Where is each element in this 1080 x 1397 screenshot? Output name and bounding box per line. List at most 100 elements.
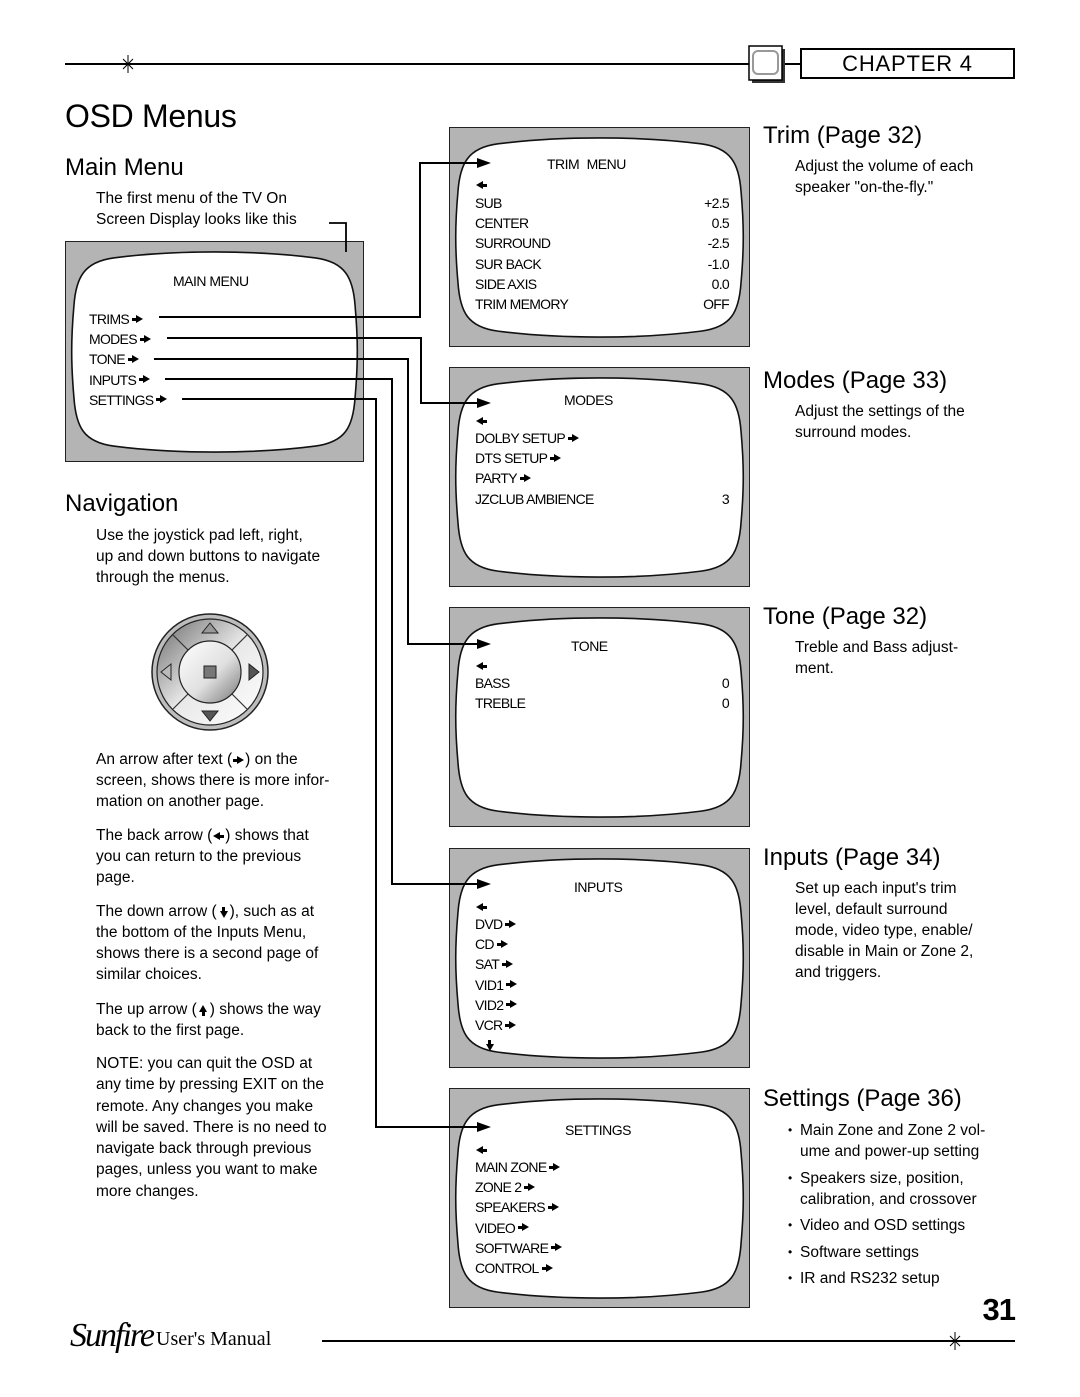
- row-label: SPEAKERS: [475, 1199, 546, 1216]
- right-arrow-icon: [502, 959, 514, 969]
- right-arrow-icon: [505, 919, 517, 929]
- paragraph-up-arrow: The up arrow () shows the way back to th…: [96, 999, 321, 1041]
- right-arrow-icon: [547, 1202, 559, 1212]
- osd-row: ZONE 2: [475, 1177, 729, 1197]
- tone-menu-rows: BASS 0 TREBLE 0: [475, 673, 730, 713]
- text-line: screen, shows there is more infor-: [96, 772, 330, 789]
- main-menu-item-inputs: INPUTS: [89, 370, 343, 390]
- modes-description: Adjust the settings of the surround mode…: [795, 401, 965, 443]
- text-line: The back arrow () shows that: [96, 825, 309, 846]
- tone-menu-tv-screen: TONE BASS 0 TREBLE 0: [449, 607, 750, 827]
- osd-row: SUR BACK -1.0: [475, 254, 730, 274]
- modes-menu-rows: DOLBY SETUP DTS SETUP PARTY JZCLUB AMBIE…: [475, 428, 730, 509]
- text-line: Adjust the volume of each: [795, 158, 974, 175]
- note-paragraph: NOTE: you can quit the OSD at any time b…: [96, 1053, 327, 1202]
- osd-title: TONE: [571, 638, 608, 654]
- page-title: OSD Menus: [65, 98, 237, 134]
- bullet-icon: •: [788, 1170, 793, 1185]
- main-menu-item-settings: SETTINGS: [89, 390, 343, 410]
- osd-row: DOLBY SETUP: [475, 428, 729, 448]
- trim-description: Adjust the volume of each speaker "on-th…: [795, 156, 973, 198]
- text-line: similar choices.: [96, 966, 202, 983]
- osd-title: INPUTS: [574, 879, 623, 895]
- osd-title: SETTINGS: [565, 1122, 632, 1138]
- modes-menu-tv-screen: MODES DOLBY SETUP DTS SETUP PARTY JZCLUB…: [449, 367, 750, 587]
- joystick-up-icon: [200, 622, 220, 634]
- item-label: SETTINGS: [89, 391, 154, 408]
- right-arrow-icon: [127, 354, 139, 364]
- text-line: the bottom of the Inputs Menu,: [96, 924, 307, 941]
- bullet-item: • Software settings: [788, 1242, 985, 1263]
- osd-row: DVD: [475, 914, 729, 934]
- inputs-menu-tv-screen: INPUTS DVD CD SAT VID1 VID2 VCR: [449, 848, 750, 1068]
- page-number: 31: [982, 1292, 1016, 1327]
- osd-row: SURROUND -2.5: [475, 233, 730, 253]
- row-label: SIDE AXIS: [475, 275, 537, 292]
- navigation-heading: Navigation: [65, 490, 179, 517]
- main-menu-tv-screen: MAIN MENU TRIMS MODES TONE INPUTS SETTIN…: [65, 241, 364, 462]
- osd-row: SPEAKERS: [475, 1197, 729, 1217]
- up-arrow-icon: [199, 1005, 208, 1016]
- text-line: ment.: [795, 660, 834, 677]
- main-menu-heading: Main Menu: [65, 154, 184, 181]
- text-line: more changes.: [96, 1182, 199, 1200]
- settings-menu-tv-screen: SETTINGS MAIN ZONE ZONE 2 SPEAKERS VIDEO…: [449, 1088, 750, 1308]
- osd-row: DTS SETUP: [475, 448, 729, 468]
- bullet-icon: •: [788, 1271, 793, 1285]
- text-line: Video and OSD settings: [800, 1217, 966, 1234]
- row-value: 0: [721, 675, 730, 691]
- bullet-icon: •: [788, 1244, 793, 1259]
- chapter-label: CHAPTER 4: [800, 48, 1015, 79]
- settings-bullet-list: • Main Zone and Zone 2 vol-ume and power-…: [788, 1120, 985, 1295]
- text-span: ) on the: [245, 751, 298, 768]
- down-arrow-icon: [219, 907, 228, 918]
- main-menu-intro: The first menu of the TV On Screen Displ…: [96, 188, 297, 230]
- row-value: 0: [721, 695, 730, 712]
- bullet-item: • Video and OSD settings: [788, 1215, 985, 1236]
- bullet-item: • Main Zone and Zone 2 vol-ume and power-…: [788, 1120, 985, 1162]
- text-line: mation on another page.: [96, 793, 265, 810]
- right-arrow-icon: [506, 1000, 518, 1009]
- tone-description: Treble and Bass adjust- ment.: [795, 637, 958, 679]
- right-arrow-icon: [233, 756, 245, 765]
- text-line: Software settings: [800, 1243, 919, 1261]
- inputs-menu-rows: DVD CD SAT VID1 VID2 VCR: [475, 914, 729, 1055]
- row-label: SUR BACK: [475, 255, 542, 272]
- text-line: remote. Any changes you make: [96, 1097, 314, 1115]
- row-label: ZONE 2: [475, 1179, 522, 1196]
- row-label: VCR: [475, 1016, 503, 1033]
- right-arrow-icon: [551, 1243, 563, 1252]
- osd-row: SOFTWARE: [475, 1238, 729, 1258]
- tv-icon: [748, 45, 785, 83]
- osd-row: TRIM MEMORY OFF: [475, 294, 730, 314]
- row-value: -2.5: [707, 235, 730, 252]
- text-line: NOTE: you can quit the OSD at: [96, 1055, 313, 1072]
- text-line: through the menus.: [96, 569, 230, 586]
- right-arrow-icon: [568, 433, 580, 443]
- text-line: level, default surround: [795, 901, 948, 918]
- row-label: BASS: [475, 675, 510, 691]
- osd-row: VID1: [475, 975, 729, 995]
- joystick-down-icon: [200, 710, 220, 722]
- osd-row-more: [475, 1035, 729, 1055]
- text-line: Use the joystick pad left, right,: [96, 527, 303, 544]
- inputs-heading: Inputs (Page 34): [763, 844, 941, 871]
- row-label: TRIM MEMORY: [475, 295, 569, 312]
- text-line: Speakers size, position,: [800, 1169, 964, 1187]
- text-span: ) shows that: [225, 827, 309, 844]
- text-line: up and down buttons to navigate: [96, 548, 321, 565]
- left-arrow-icon: [213, 832, 224, 841]
- osd-title: MAIN MENU: [173, 273, 249, 289]
- item-label: MODES: [89, 331, 138, 348]
- osd-row: VIDEO: [475, 1218, 729, 1238]
- text-line: IR and RS232 setup: [800, 1270, 940, 1287]
- tone-heading: Tone (Page 32): [763, 603, 928, 630]
- text-line: mode, video type, enable/: [795, 922, 973, 939]
- text-line: surround modes.: [795, 424, 912, 441]
- row-value: +2.5: [704, 195, 730, 211]
- intro-line: The first menu of the TV On: [96, 190, 287, 207]
- main-menu-items: TRIMS MODES TONE INPUTS SETTINGS: [89, 309, 343, 410]
- row-label: CONTROL: [475, 1259, 539, 1276]
- trim-menu-tv-screen: TRIM MENU SUB +2.5 CENTER 0.5 SURROUND -2.5…: [449, 127, 750, 347]
- right-arrow-icon: [524, 1182, 536, 1192]
